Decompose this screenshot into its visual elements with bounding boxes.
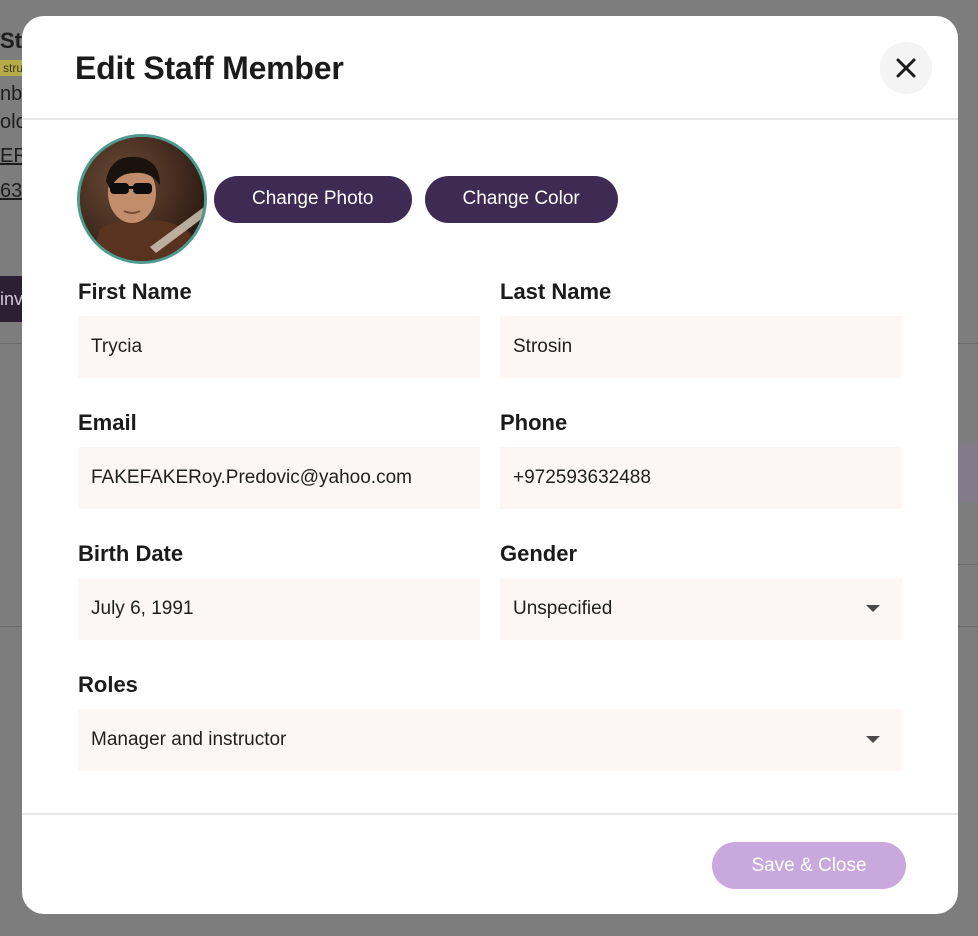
last-name-field[interactable]: Strosin [500, 316, 902, 378]
email-field[interactable]: FAKEFAKERoy.Predovic@yahoo.com [78, 447, 480, 509]
chevron-down-icon [866, 605, 880, 612]
phone-field[interactable]: +972593632488 [500, 447, 902, 509]
phone-value: +972593632488 [513, 467, 651, 488]
first-name-value: Trycia [91, 336, 143, 357]
roles-label: Roles [78, 672, 138, 697]
gender-select[interactable]: Unspecified [500, 578, 902, 640]
email-label: Email [78, 410, 137, 435]
avatar-photo [80, 137, 204, 261]
modal-title: Edit Staff Member [75, 50, 344, 86]
first-name-label: First Name [78, 279, 192, 304]
change-photo-button[interactable]: Change Photo [214, 175, 412, 223]
last-name-value: Strosin [513, 336, 573, 357]
roles-value: Manager and instructor [91, 729, 287, 750]
gender-value: Unspecified [513, 598, 613, 619]
last-name-label: Last Name [500, 279, 612, 304]
avatar [77, 134, 207, 264]
birth-date-label: Birth Date [78, 541, 184, 566]
email-value: FAKEFAKERoy.Predovic@yahoo.com [91, 467, 412, 488]
gender-label: Gender [500, 541, 578, 566]
save-close-button[interactable]: Save & Close [712, 842, 906, 889]
photo-row: Change Photo Change Color [77, 134, 618, 264]
background-link: 63 [0, 180, 23, 202]
roles-select[interactable]: Manager and instructor [78, 709, 902, 771]
chevron-down-icon [866, 736, 880, 743]
close-button[interactable] [880, 42, 932, 94]
birth-date-value: July 6, 1991 [91, 598, 194, 619]
close-icon [896, 58, 916, 78]
phone-label: Phone [500, 410, 568, 435]
birth-date-field[interactable]: July 6, 1991 [78, 578, 480, 640]
first-name-field[interactable]: Trycia [78, 316, 480, 378]
modal-header: Edit Staff Member [22, 16, 958, 120]
change-color-button[interactable]: Change Color [424, 175, 618, 223]
edit-staff-modal: Edit Staff Member Change Photo Change Co… [22, 16, 958, 914]
modal-footer: Save & Close [22, 813, 958, 914]
